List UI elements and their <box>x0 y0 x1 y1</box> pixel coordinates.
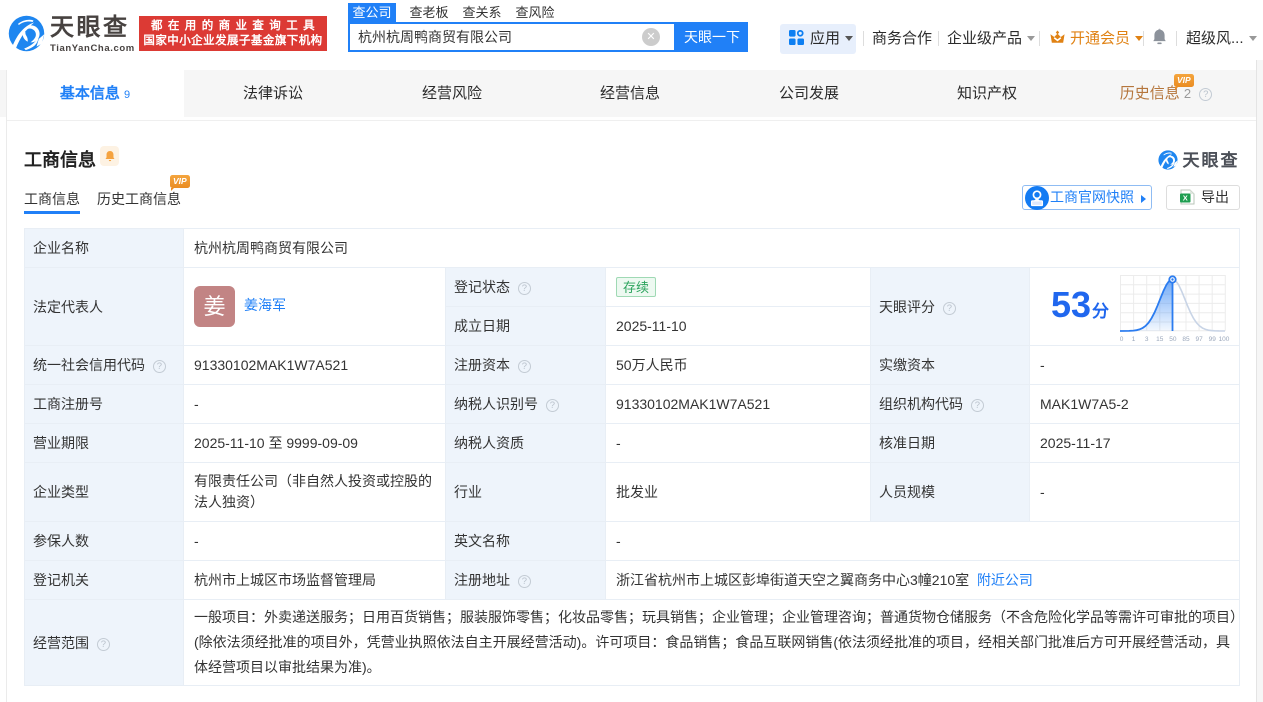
svg-text:0: 0 <box>1120 336 1124 343</box>
svg-text:99: 99 <box>1209 336 1217 343</box>
svg-text:100: 100 <box>1219 336 1230 343</box>
svg-text:X: X <box>1183 194 1188 203</box>
svg-text:1: 1 <box>1132 336 1136 343</box>
svg-text:3: 3 <box>1145 336 1149 343</box>
svg-text:50: 50 <box>1169 336 1177 343</box>
svg-text:97: 97 <box>1195 336 1203 343</box>
svg-text:85: 85 <box>1182 336 1190 343</box>
svg-text:15: 15 <box>1156 336 1164 343</box>
